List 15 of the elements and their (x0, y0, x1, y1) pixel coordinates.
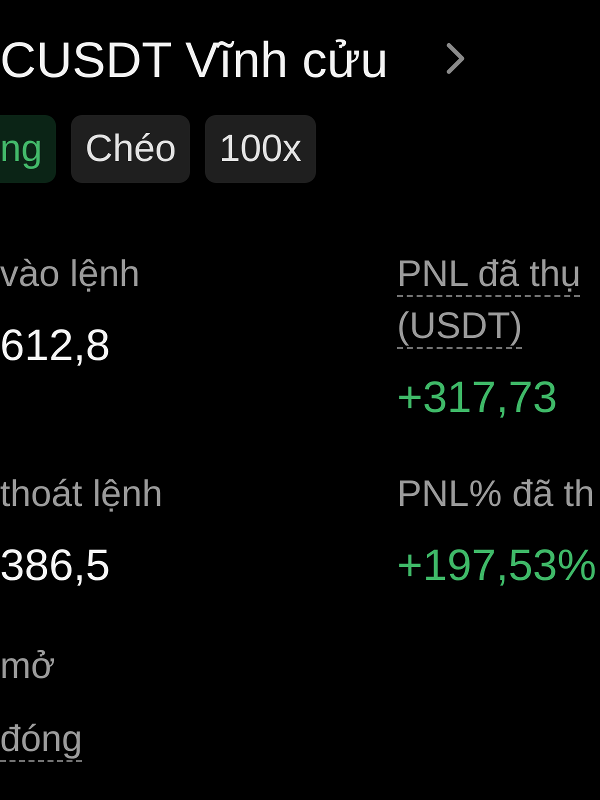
position-tag: Chéo (71, 115, 190, 183)
stat-label: PNL% đã th (397, 472, 594, 516)
detail-label: mở (0, 644, 56, 688)
chevron-right-icon[interactable] (446, 42, 466, 74)
position-tag: ng (0, 115, 56, 183)
page-title: CUSDT Vĩnh cửu (0, 31, 388, 90)
stat-label: PNL đã thụ (USDT) (397, 252, 582, 348)
detail-label: đóng (0, 717, 82, 761)
position-tag: 100x (205, 115, 316, 183)
stat-value: 386,5 (0, 540, 110, 592)
stat-label: thoát lệnh (0, 472, 163, 516)
stat-value: +317,73 (397, 372, 558, 424)
stat-label: vào lệnh (0, 252, 140, 296)
stat-value: +197,53% (397, 540, 596, 592)
stat-value: 612,8 (0, 320, 110, 372)
